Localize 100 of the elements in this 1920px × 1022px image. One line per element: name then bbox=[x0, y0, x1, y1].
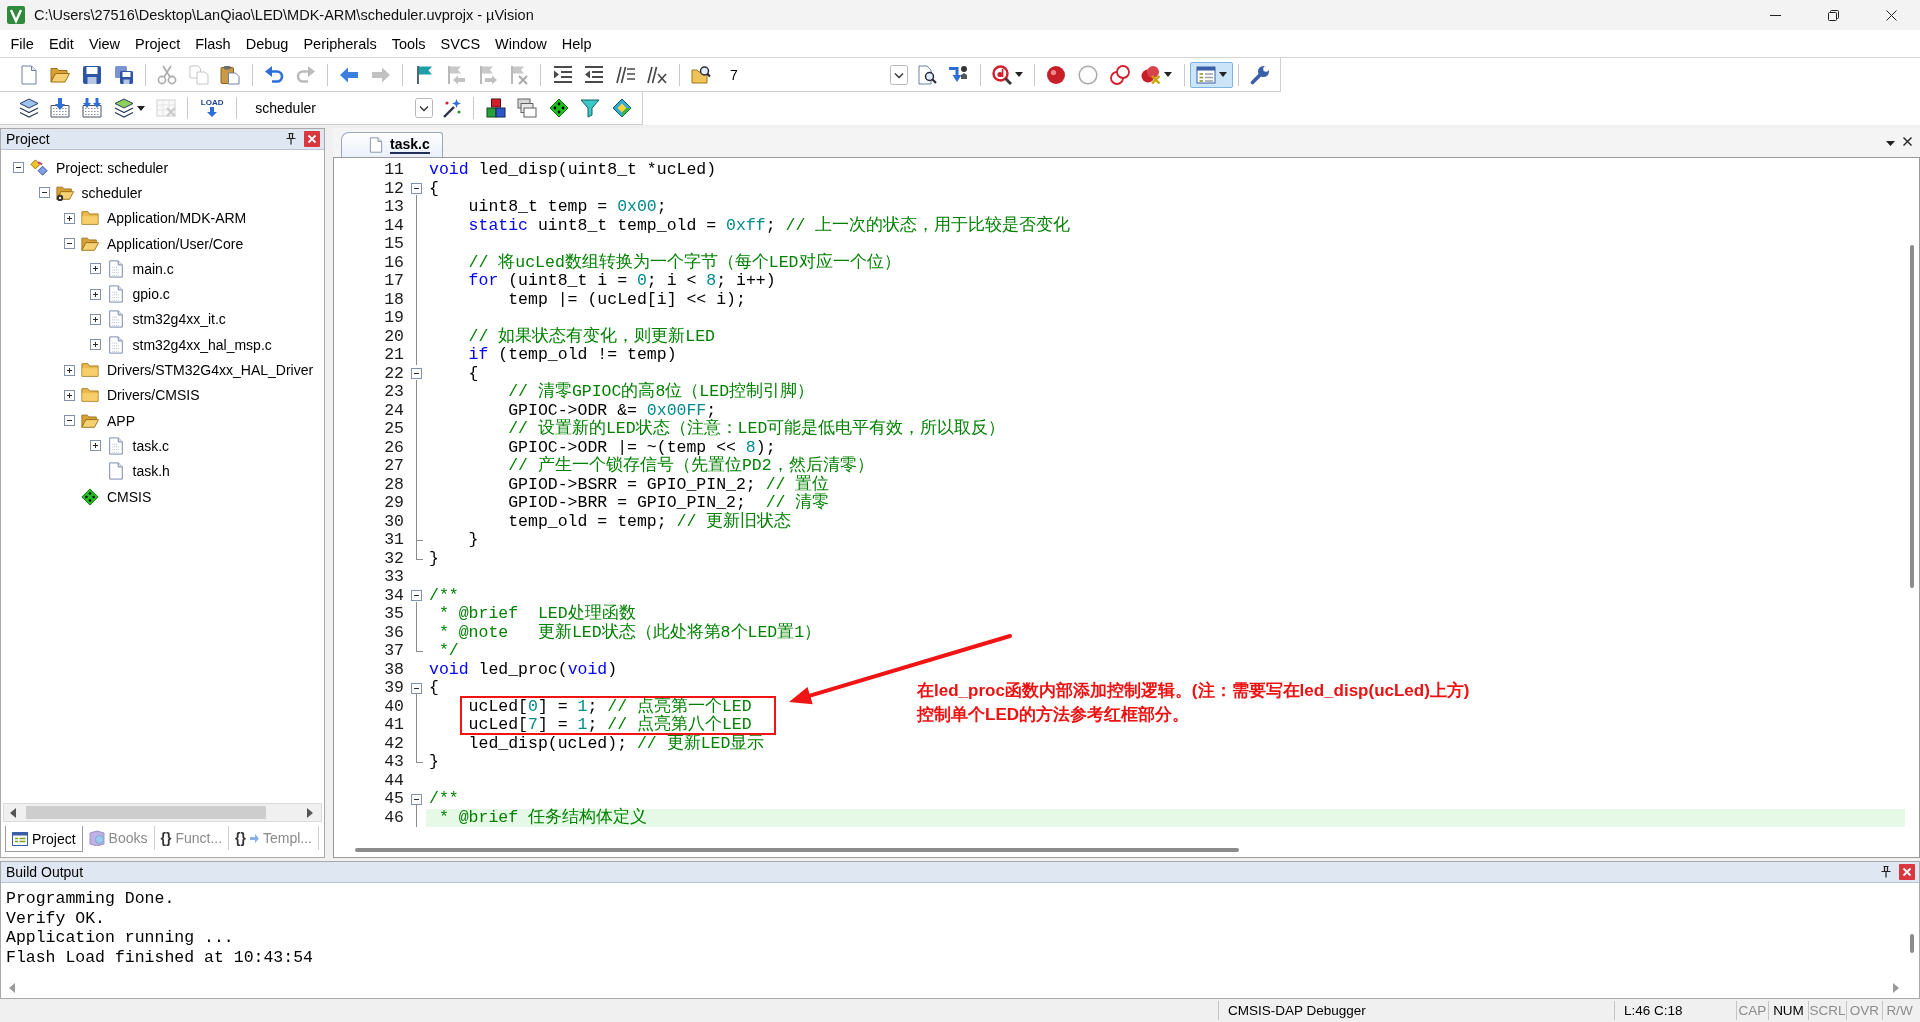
plus-box-icon[interactable] bbox=[89, 440, 101, 452]
folder-magnifier-icon[interactable] bbox=[691, 64, 712, 85]
panel-tab[interactable]: {} Funct... bbox=[154, 826, 230, 850]
menu-item[interactable]: Flash bbox=[187, 33, 239, 54]
menu-item[interactable]: File bbox=[3, 33, 42, 54]
wrench-icon[interactable] bbox=[1250, 64, 1271, 85]
right-arrow-icon[interactable] bbox=[307, 807, 313, 818]
menu-item[interactable]: Peripherals bbox=[295, 33, 385, 54]
scrollbar-thumb[interactable] bbox=[1910, 245, 1914, 588]
tree-item[interactable]: Project: scheduler bbox=[56, 159, 169, 176]
clipboard-icon[interactable] bbox=[220, 64, 241, 85]
minus-box-icon[interactable] bbox=[64, 238, 75, 250]
diamond-tiles-icon[interactable] bbox=[612, 98, 632, 118]
tree-item[interactable]: main.c bbox=[132, 260, 174, 277]
stacked-windows-icon[interactable] bbox=[517, 98, 538, 118]
minus-box-icon[interactable] bbox=[38, 187, 50, 199]
tree-item[interactable]: Application/User/Core bbox=[107, 235, 244, 252]
line-number: 25 bbox=[383, 420, 405, 439]
tree-item[interactable]: scheduler bbox=[81, 184, 143, 201]
plus-box-icon[interactable] bbox=[89, 263, 101, 275]
triangle-down-icon[interactable] bbox=[1886, 141, 1895, 146]
flag-icon[interactable] bbox=[414, 64, 435, 85]
floppy-disks-icon[interactable] bbox=[113, 64, 134, 85]
plus-box-icon[interactable] bbox=[89, 288, 101, 300]
caret-icon[interactable] bbox=[1218, 72, 1227, 77]
panel-tab[interactable]: Project bbox=[5, 826, 83, 852]
minus-box-icon[interactable] bbox=[411, 682, 422, 694]
line-number: 18 bbox=[383, 290, 405, 309]
box-arrows-icon[interactable] bbox=[82, 98, 102, 118]
tree-item[interactable]: stm32g4xx_hal_msp.c bbox=[132, 336, 272, 353]
blocks-icon[interactable] bbox=[485, 98, 506, 118]
menu-item[interactable]: Tools bbox=[384, 33, 434, 54]
minus-box-icon[interactable] bbox=[13, 162, 24, 174]
double-slash-icon[interactable] bbox=[615, 64, 636, 85]
tree-item[interactable]: gpio.c bbox=[132, 286, 170, 303]
caret-icon[interactable] bbox=[1014, 72, 1023, 77]
plus-box-icon[interactable] bbox=[89, 313, 101, 325]
caret-icon[interactable] bbox=[1164, 72, 1173, 77]
scrollbar-thumb[interactable] bbox=[355, 848, 1239, 852]
find-field[interactable]: 7 bbox=[719, 63, 908, 86]
load-button[interactable]: LOAD bbox=[198, 99, 226, 117]
tree-item[interactable]: task.h bbox=[132, 463, 170, 480]
key-indicator: SCRL bbox=[1809, 1003, 1846, 1018]
minus-box-icon[interactable] bbox=[411, 368, 422, 380]
plus-box-icon[interactable] bbox=[64, 212, 75, 224]
circles-cross-icon[interactable] bbox=[1141, 64, 1162, 85]
menu-item[interactable]: Help bbox=[554, 33, 599, 54]
tree-item[interactable]: Drivers/CMSIS bbox=[107, 387, 200, 404]
minus-box-icon[interactable] bbox=[411, 590, 422, 602]
left-arrow-icon[interactable] bbox=[10, 807, 16, 818]
plus-box-icon[interactable] bbox=[64, 389, 75, 401]
minus-box-icon[interactable] bbox=[411, 183, 422, 195]
caret-icon[interactable] bbox=[136, 105, 145, 111]
menu-item[interactable]: Project bbox=[127, 33, 188, 54]
tree-item[interactable]: Drivers/STM32G4xx_HAL_Driver bbox=[107, 362, 314, 378]
pin-icon[interactable] bbox=[1881, 866, 1891, 878]
funnel-icon[interactable] bbox=[580, 98, 601, 118]
undo-icon[interactable] bbox=[263, 64, 284, 85]
panel-tab[interactable]: {} Templ... bbox=[229, 826, 319, 850]
filled-circle-icon[interactable] bbox=[1046, 64, 1067, 85]
pin-icon[interactable] bbox=[286, 133, 296, 145]
target-dropdown[interactable]: scheduler bbox=[245, 97, 434, 119]
menu-item[interactable]: SVCS bbox=[433, 33, 488, 54]
box-arrow-icon[interactable] bbox=[50, 98, 71, 118]
outdent-icon[interactable] bbox=[584, 64, 605, 85]
double-circle-icon[interactable] bbox=[1109, 64, 1130, 85]
editor-tab[interactable]: task.c bbox=[341, 132, 443, 157]
menu-item[interactable]: Window bbox=[487, 33, 555, 54]
window-button[interactable] bbox=[1190, 61, 1233, 88]
magnifier-icon[interactable] bbox=[991, 64, 1012, 85]
layers-arrow-icon[interactable] bbox=[18, 98, 39, 118]
right-arrow-icon[interactable] bbox=[1893, 983, 1899, 993]
close-icon[interactable] bbox=[1903, 137, 1912, 146]
diamond-icon[interactable] bbox=[548, 98, 569, 118]
menu-item[interactable]: Debug bbox=[238, 33, 296, 54]
menu-item[interactable]: View bbox=[81, 33, 128, 54]
page-magnifier-icon[interactable] bbox=[916, 64, 937, 85]
tree-item[interactable]: APP bbox=[107, 412, 135, 429]
scrollbar-thumb[interactable] bbox=[1910, 934, 1914, 953]
plus-box-icon[interactable] bbox=[89, 339, 101, 351]
indent-icon[interactable] bbox=[552, 64, 573, 85]
double-slash-cross-icon[interactable] bbox=[647, 64, 668, 85]
tree-item[interactable]: stm32g4xx_it.c bbox=[132, 311, 226, 328]
left-arrow-icon[interactable] bbox=[9, 983, 15, 993]
tree-item[interactable]: task.c bbox=[132, 437, 170, 454]
tree-item[interactable]: CMSIS bbox=[107, 488, 152, 505]
panel-tab[interactable]: Books bbox=[82, 826, 155, 850]
tree-item[interactable]: Application/MDK-ARM bbox=[107, 210, 247, 227]
plus-box-icon[interactable] bbox=[64, 364, 75, 376]
page-icon bbox=[368, 137, 384, 153]
magic-wand-icon[interactable] bbox=[442, 98, 463, 118]
scrollbar-thumb[interactable] bbox=[26, 806, 266, 819]
page-icon[interactable] bbox=[18, 64, 39, 85]
layers-icon[interactable] bbox=[113, 98, 134, 118]
code-line: * @note 更新LED状态（此处将第8个LED置1） bbox=[437, 622, 822, 642]
minus-box-icon[interactable] bbox=[411, 793, 422, 805]
minus-box-icon[interactable] bbox=[64, 415, 75, 427]
menu-item[interactable]: Edit bbox=[41, 33, 82, 54]
restore-icon[interactable] bbox=[1827, 9, 1839, 21]
close-icon[interactable] bbox=[1885, 9, 1897, 21]
